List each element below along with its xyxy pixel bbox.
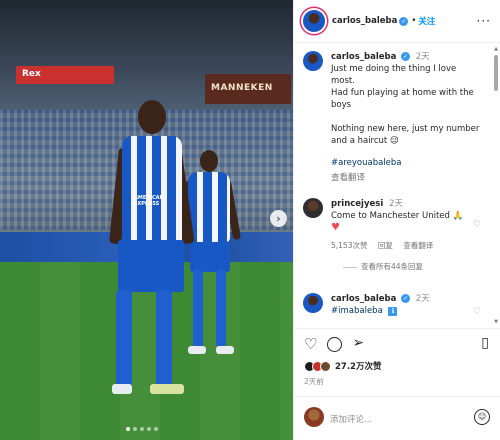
comment-username[interactable]: carlos_baleba bbox=[331, 294, 396, 304]
scroll-up-arrow-icon[interactable]: ▲ bbox=[494, 46, 498, 52]
comment-text: Come to Manchester United 🙏 bbox=[331, 211, 464, 221]
view-replies-link[interactable]: 查看所有44条回复 bbox=[361, 262, 423, 271]
caption-line: Had fun playing at home with the bbox=[331, 88, 474, 98]
bookmark-icon[interactable]: ▯ bbox=[481, 335, 489, 351]
verified-badge-icon: ✓ bbox=[401, 294, 411, 303]
caption-username[interactable]: carlos_baleba bbox=[331, 52, 396, 62]
ad-banner-left: Rex bbox=[16, 66, 114, 84]
comment-likes[interactable]: 5,153次赞 bbox=[331, 241, 367, 250]
emoji-icon[interactable]: ☺ bbox=[474, 409, 490, 425]
liker-avatar bbox=[320, 360, 331, 372]
post-side-panel: carlos_baleba ✓ • 关注 ··· carlos_baleba ✓… bbox=[293, 0, 500, 440]
post-photo[interactable]: Rex MANNEKEN AMERICAN EXPRESS › bbox=[0, 0, 293, 440]
carousel-dot bbox=[133, 427, 137, 431]
info-icon: ℹ bbox=[388, 307, 398, 316]
comment-like-heart-icon[interactable]: ♡ bbox=[473, 307, 481, 317]
shirt-sponsor: AMERICAN EXPRESS bbox=[134, 195, 164, 207]
carousel-dot bbox=[126, 427, 130, 431]
post-time: 2天前 bbox=[304, 377, 324, 386]
likes-summary[interactable]: 27.2万次赞 bbox=[304, 360, 381, 372]
comment-avatar[interactable] bbox=[303, 198, 323, 218]
verified-badge-icon: ✓ bbox=[401, 52, 411, 61]
comments-scrollbar[interactable] bbox=[494, 55, 498, 91]
current-user-avatar bbox=[304, 407, 324, 427]
post-header: carlos_baleba ✓ • 关注 ··· bbox=[294, 0, 500, 43]
follow-button[interactable]: 关注 bbox=[418, 15, 435, 27]
comment: princejyesi 2天 Come to Manchester United… bbox=[303, 198, 481, 273]
carousel-dot bbox=[154, 427, 158, 431]
comment-translate-link[interactable]: 查看翻译 bbox=[403, 241, 433, 250]
carousel-dot bbox=[147, 427, 151, 431]
carousel-indicator bbox=[126, 427, 158, 431]
caption-line: Nothing new here, just my number bbox=[331, 124, 480, 134]
comment-emoji: ♥ bbox=[331, 222, 340, 233]
comment-username[interactable]: princejyesi bbox=[331, 199, 383, 209]
caption-hashtag[interactable]: #areyouabaleba bbox=[331, 157, 481, 169]
next-photo-button[interactable]: › bbox=[270, 210, 287, 227]
caption-line: and a haircut 😉 bbox=[331, 136, 399, 146]
send-icon[interactable]: ➢ bbox=[352, 335, 364, 353]
heart-icon[interactable]: ♡ bbox=[304, 335, 317, 353]
main-player: AMERICAN EXPRESS bbox=[104, 100, 204, 410]
comment-like-heart-icon[interactable]: ♡ bbox=[473, 220, 481, 230]
post-actions: ♡ ➢ ▯ 27.2万次赞 2天前 添加评论... ☺ bbox=[294, 328, 500, 440]
ad-banner-right: MANNEKEN bbox=[205, 74, 291, 104]
caption: carlos_baleba ✓ 2天 Just me doing the thi… bbox=[303, 51, 481, 184]
caption-line: boys bbox=[331, 100, 352, 110]
carousel-dot bbox=[140, 427, 144, 431]
comment-time: 2天 bbox=[388, 199, 403, 209]
reply-button[interactable]: 回复 bbox=[378, 241, 393, 250]
separator: • bbox=[411, 16, 417, 26]
scroll-down-arrow-icon[interactable]: ▼ bbox=[494, 319, 498, 325]
caption-line: Just me doing the thing I love most. bbox=[331, 64, 457, 86]
comment-hashtag[interactable]: #imabaleba bbox=[331, 306, 383, 316]
caption-time: 2天 bbox=[415, 52, 430, 62]
caption-avatar[interactable] bbox=[303, 51, 323, 71]
author-username[interactable]: carlos_baleba bbox=[332, 16, 397, 26]
comment: carlos_baleba ✓ 2天 #imabaleba ℹ bbox=[303, 293, 481, 317]
comments-section[interactable]: carlos_baleba ✓ 2天 Just me doing the thi… bbox=[294, 43, 500, 328]
likes-count[interactable]: 27.2万次赞 bbox=[335, 360, 381, 372]
add-comment-bar: 添加评论... ☺ bbox=[294, 396, 500, 440]
verified-badge-icon: ✓ bbox=[399, 16, 409, 26]
more-options-icon[interactable]: ··· bbox=[477, 14, 491, 28]
author-avatar[interactable] bbox=[303, 10, 325, 32]
comment-avatar[interactable] bbox=[303, 293, 323, 313]
add-comment-input[interactable]: 添加评论... bbox=[330, 413, 372, 425]
comment-icon[interactable] bbox=[327, 337, 343, 352]
caption-translate-link[interactable]: 查看翻译 bbox=[331, 172, 481, 184]
comment-time: 2天 bbox=[415, 294, 430, 304]
